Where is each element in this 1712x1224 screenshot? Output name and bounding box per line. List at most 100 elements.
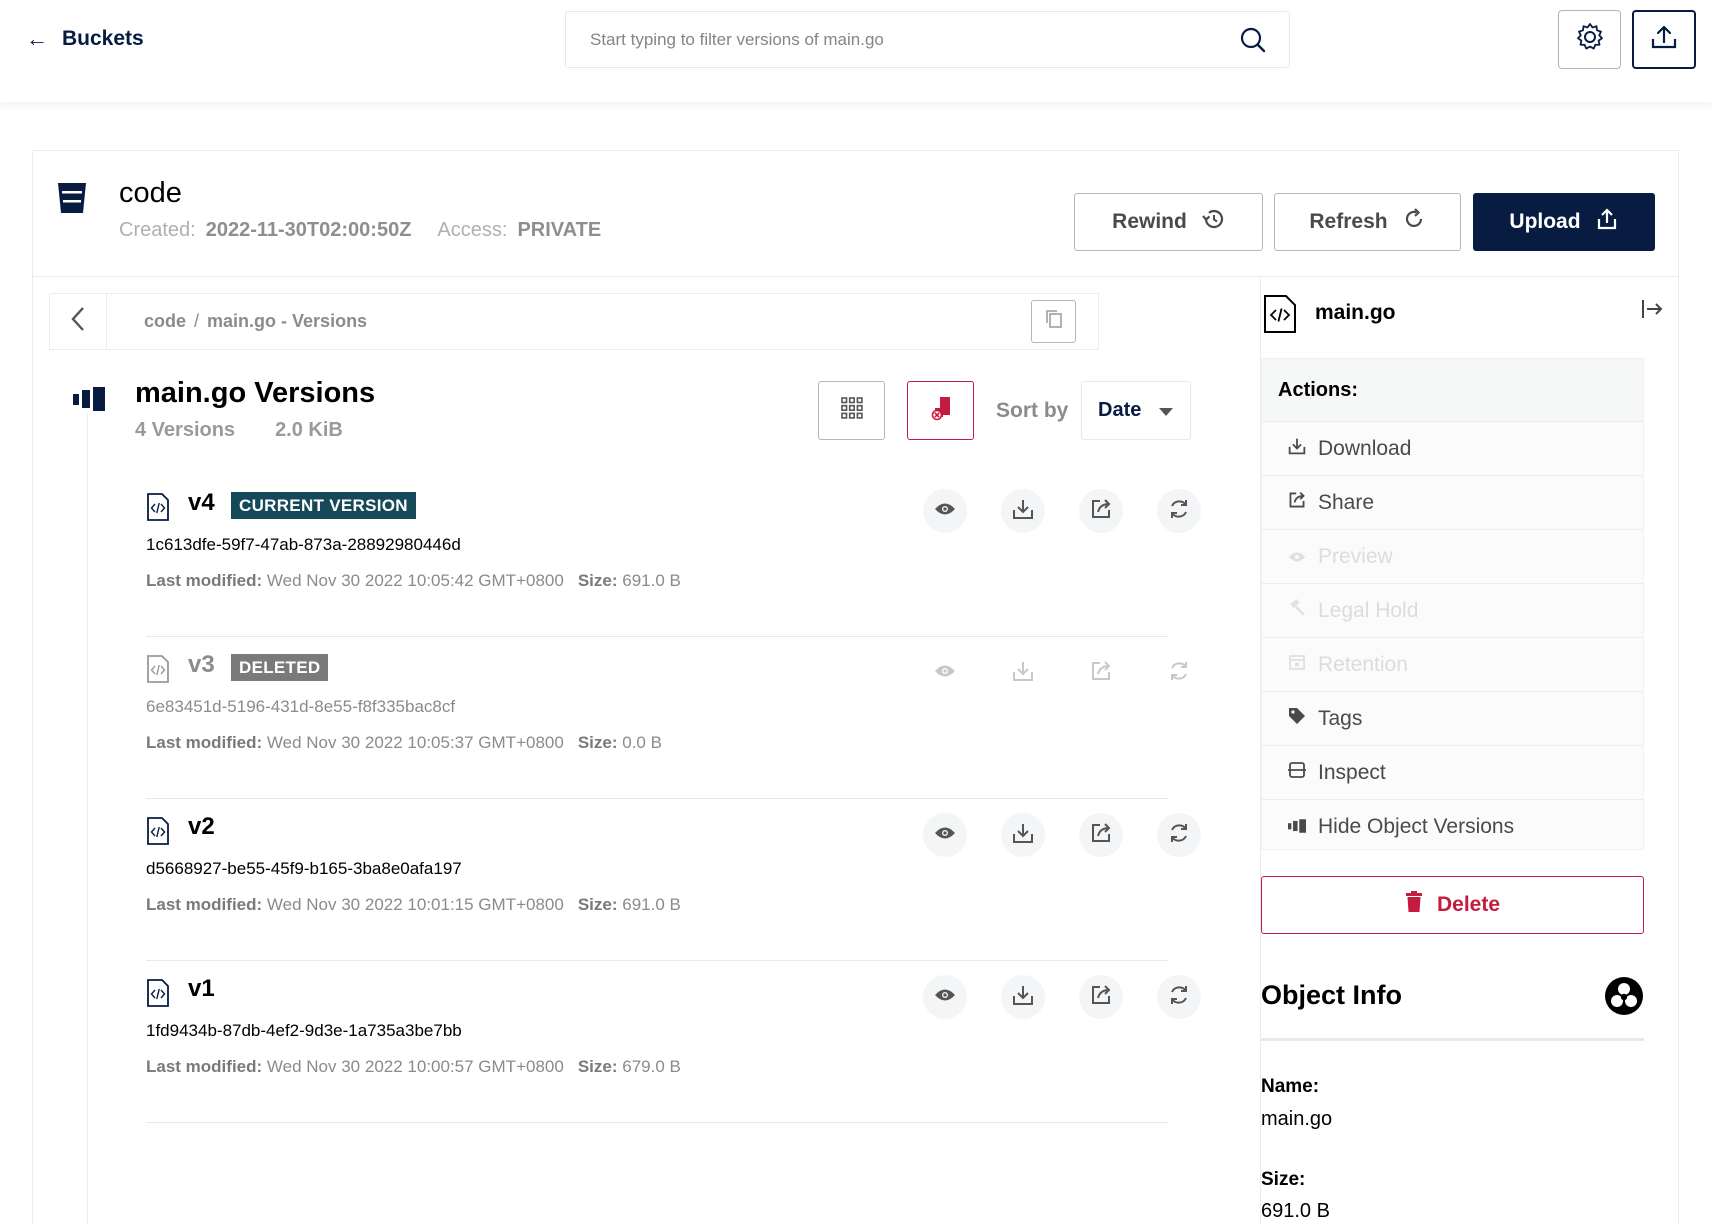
copy-icon (1044, 308, 1064, 335)
breadcrumb-back-button[interactable] (50, 294, 107, 349)
arrow-left-icon: ← (26, 26, 48, 51)
download-icon (1012, 660, 1034, 687)
info-name-label: Name: (1261, 1076, 1320, 1097)
action-hide-versions[interactable]: Hide Object Versions (1262, 800, 1643, 854)
info-size-value: 691.0 B (1261, 1200, 1330, 1222)
size-label: Size: (577, 733, 618, 752)
rewind-label: Rewind (1112, 210, 1187, 233)
info-size-label: Size: (1261, 1169, 1306, 1190)
preview-version-button (923, 651, 967, 695)
settings-button[interactable] (1558, 10, 1621, 69)
upload-top-button[interactable] (1632, 10, 1696, 69)
created-label: Created: (119, 219, 196, 241)
download-version-button[interactable] (1001, 813, 1045, 857)
refresh-label: Refresh (1309, 210, 1388, 233)
rewind-button[interactable]: Rewind (1074, 193, 1263, 251)
share-icon (1090, 660, 1112, 687)
action-label: Preview (1318, 544, 1393, 568)
preview-version-button[interactable] (923, 813, 967, 857)
copy-path-button[interactable] (1031, 300, 1076, 343)
calendar-icon (1288, 653, 1306, 677)
action-tags[interactable]: Tags (1262, 692, 1643, 746)
versions-icon (73, 387, 105, 416)
upload-button[interactable]: Upload (1473, 193, 1655, 251)
delete-non-current-button[interactable] (907, 381, 974, 440)
sort-by-label: Sort by (996, 399, 1069, 422)
trash-icon (1405, 891, 1423, 919)
code-file-icon (1263, 295, 1297, 338)
action-share[interactable]: Share (1262, 476, 1643, 530)
collapse-panel-icon[interactable] (1641, 298, 1663, 325)
action-download[interactable]: Download (1262, 422, 1643, 476)
back-to-buckets-link[interactable]: ← Buckets (26, 26, 144, 52)
eye-icon (934, 664, 956, 683)
modified-label: Last modified: (146, 571, 263, 590)
refresh-button[interactable]: Refresh (1274, 193, 1461, 251)
bucket-meta: Created: 2022-11-30T02:00:50Z Access: PRIV… (119, 219, 601, 242)
share-icon (1090, 498, 1112, 525)
eye-icon (1288, 545, 1306, 569)
restore-version-button[interactable] (1157, 489, 1201, 533)
restore-version-button[interactable] (1157, 975, 1201, 1019)
restore-icon (1168, 660, 1190, 687)
preview-version-button[interactable] (923, 489, 967, 533)
bucket-icon (57, 181, 87, 220)
action-retention: Retention (1262, 638, 1643, 692)
delete-object-button[interactable]: Delete (1261, 876, 1644, 934)
select-multiple-button[interactable] (818, 381, 885, 440)
object-info-divider (1261, 1038, 1644, 1041)
size-value: 691.0 B (622, 895, 681, 914)
inspect-icon (1288, 761, 1306, 785)
eye-icon (934, 826, 956, 845)
versions-timeline-line (87, 413, 88, 1224)
action-label: Download (1318, 436, 1412, 460)
modified-value: Wed Nov 30 2022 10:00:57 GMT+0800 (266, 1057, 564, 1076)
search-input[interactable] (566, 12, 1206, 67)
object-info-title: Object Info (1261, 980, 1402, 1010)
action-label: Tags (1318, 706, 1363, 730)
history-icon (1201, 207, 1225, 237)
chevron-left-icon (70, 306, 86, 337)
restore-version-button[interactable] (1157, 813, 1201, 857)
version-name: v3 (188, 651, 215, 678)
restore-icon (1168, 822, 1190, 849)
download-version-button[interactable] (1001, 489, 1045, 533)
version-row[interactable]: v1 1fd9434b-87db-4ef2-9d3e-1a735a3be7bb … (146, 961, 1201, 1123)
refresh-icon (1402, 207, 1426, 237)
version-name: v4 (188, 489, 215, 516)
size-label: Size: (577, 1057, 618, 1076)
gear-icon (1575, 22, 1605, 57)
version-meta: Last modified: Wed Nov 30 2022 10:05:37 … (146, 733, 662, 753)
share-icon (1090, 984, 1112, 1011)
created-value: 2022-11-30T02:00:50Z (205, 219, 412, 241)
share-version-button[interactable] (1079, 975, 1123, 1019)
back-label: Buckets (62, 27, 144, 50)
bucket-header: code Created: 2022-11-30T02:00:50Z Access… (33, 151, 1678, 277)
download-version-button[interactable] (1001, 975, 1045, 1019)
sort-value: Date (1098, 399, 1142, 421)
search-icon[interactable] (1239, 26, 1267, 59)
version-row[interactable]: v4 CURRENT VERSION 1c613dfe-59f7-47ab-87… (146, 475, 1201, 637)
gavel-icon (1288, 598, 1306, 623)
share-version-button[interactable] (1079, 489, 1123, 533)
version-row[interactable]: v3 DELETED 6e83451d-5196-431d-8e55-f8f33… (146, 637, 1187, 799)
size-label: Size: (577, 571, 618, 590)
modified-value: Wed Nov 30 2022 10:01:15 GMT+0800 (266, 895, 564, 914)
version-name: v2 (188, 813, 215, 840)
action-inspect[interactable]: Inspect (1262, 746, 1643, 800)
version-meta: Last modified: Wed Nov 30 2022 10:05:42 … (146, 571, 681, 591)
download-icon (1288, 437, 1306, 461)
deleted-badge: DELETED (231, 654, 329, 681)
sort-by-select[interactable]: Date (1081, 381, 1191, 440)
breadcrumb-root[interactable]: code (144, 311, 186, 331)
share-version-button[interactable] (1079, 813, 1123, 857)
version-row[interactable]: v2 d5668927-be55-45f9-b165-3ba8e0afa197 … (146, 799, 1201, 961)
grid-icon (840, 397, 863, 424)
modified-value: Wed Nov 30 2022 10:05:42 GMT+0800 (266, 571, 564, 590)
action-label: Share (1318, 490, 1375, 514)
access-value: PRIVATE (517, 219, 602, 241)
upload-label: Upload (1509, 210, 1581, 233)
search-box (565, 11, 1290, 68)
version-meta: Last modified: Wed Nov 30 2022 10:00:57 … (146, 1057, 681, 1077)
preview-version-button[interactable] (923, 975, 967, 1019)
